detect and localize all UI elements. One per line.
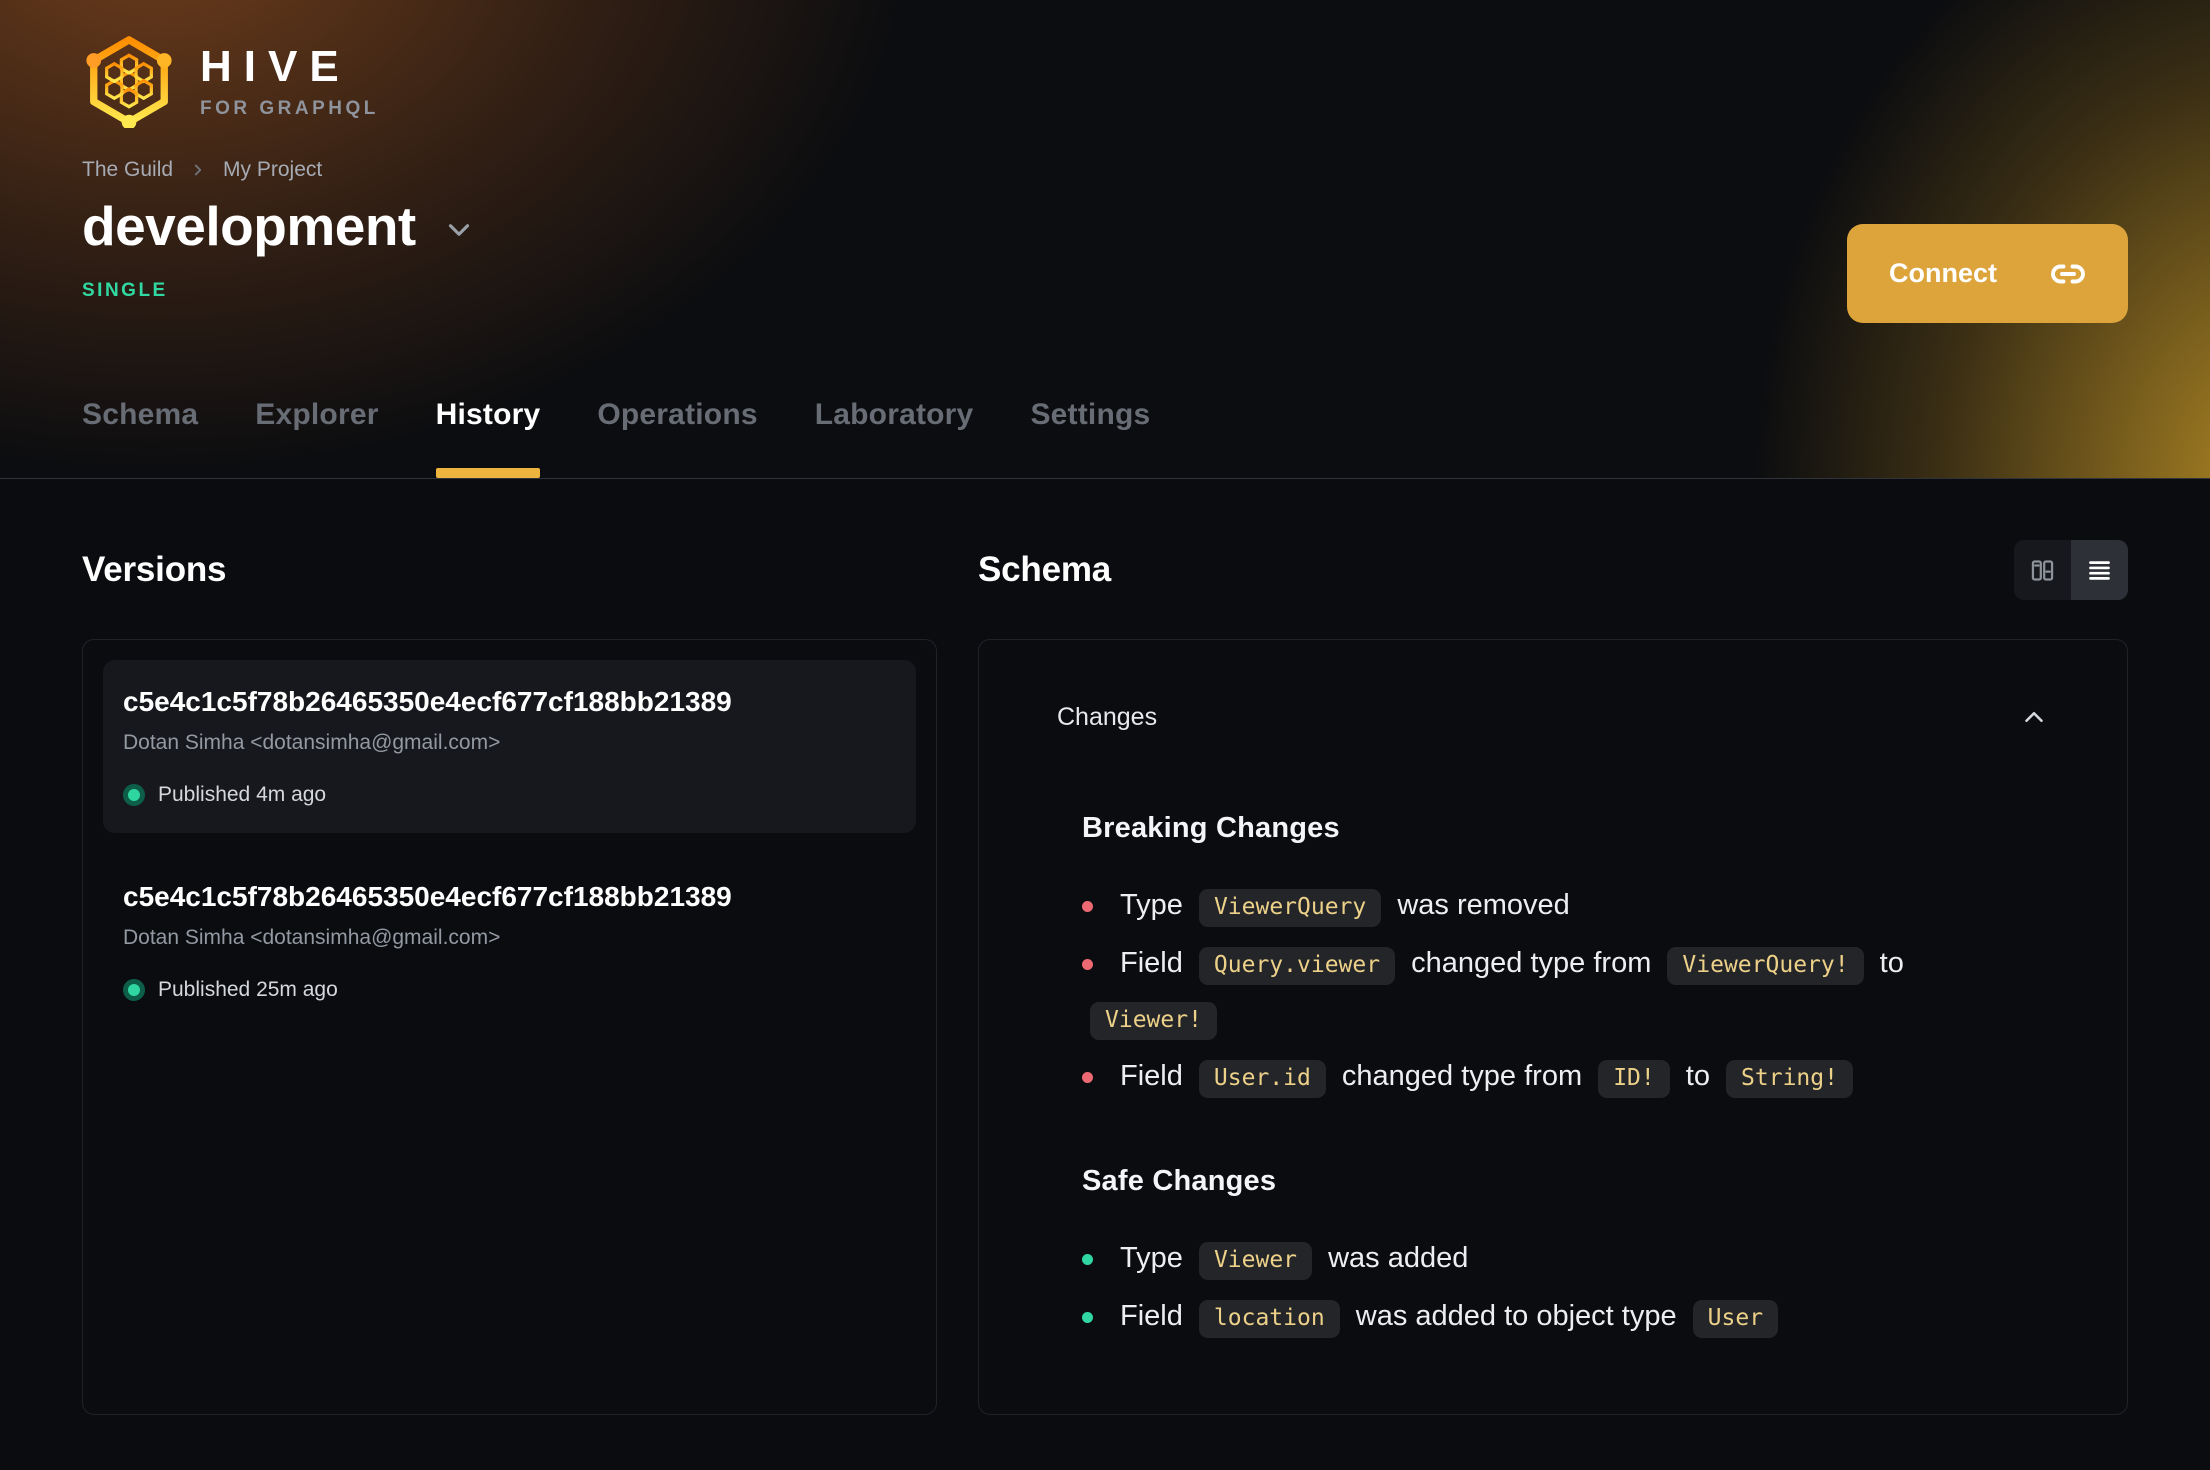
brand[interactable]: HIVE FOR GRAPHQL <box>82 34 379 128</box>
versions-section: Versions c5e4c1c5f78b26465350e4ecf677cf1… <box>82 539 937 1415</box>
tab-settings[interactable]: Settings <box>1030 398 1150 478</box>
bullet-dot-icon <box>1082 901 1093 912</box>
version-status-row: Published 4m ago <box>123 783 896 807</box>
changes-header: Changes <box>1057 702 2049 732</box>
change-text: changed type from <box>1403 947 1660 979</box>
changes-label: Changes <box>1057 702 1158 731</box>
change-text: Type <box>1120 889 1191 921</box>
tab-explorer[interactable]: Explorer <box>255 398 378 478</box>
change-text: to <box>1871 947 1904 979</box>
chevron-up-icon <box>2019 702 2049 732</box>
published-dot-icon <box>123 979 145 1001</box>
safe-changes-list: Type Viewer was added Field location was … <box>1082 1232 2032 1345</box>
change-item: Field Query.viewer changed type from Vie… <box>1082 937 2032 1047</box>
bullet-dot-icon <box>1082 959 1093 970</box>
list-view-icon <box>2086 557 2113 584</box>
code-chip: ID! <box>1598 1060 1670 1098</box>
tab-schema[interactable]: Schema <box>82 398 198 478</box>
change-text: Field <box>1120 1060 1191 1092</box>
changes-body: Breaking Changes Type ViewerQuery was rem… <box>1082 812 2032 1345</box>
code-chip: ViewerQuery <box>1198 889 1382 927</box>
version-status: Published 25m ago <box>158 978 338 1001</box>
schema-header-row: Schema <box>978 539 2128 601</box>
main-content: Versions c5e4c1c5f78b26465350e4ecf677cf1… <box>0 479 2210 1415</box>
tab-operations[interactable]: Operations <box>597 398 757 478</box>
change-text: was added to object type <box>1347 1300 1685 1332</box>
version-author: Dotan Simha <dotansimha@gmail.com> <box>123 731 501 754</box>
change-text: changed type from <box>1333 1060 1591 1092</box>
connect-button[interactable]: Connect <box>1847 224 2128 323</box>
version-status-row: Published 25m ago <box>123 978 896 1002</box>
bullet-dot-icon <box>1082 1312 1093 1323</box>
versions-title: Versions <box>82 550 227 589</box>
change-group-title: Breaking Changes <box>1082 812 1340 844</box>
chevron-right-icon <box>189 161 207 179</box>
change-item: Type ViewerQuery was removed <box>1082 879 2032 934</box>
published-dot-icon <box>123 784 145 806</box>
link-icon <box>2050 256 2086 292</box>
tab-bar: Schema Explorer History Operations Laborator… <box>82 398 1150 478</box>
change-group-title: Safe Changes <box>1082 1165 1277 1197</box>
change-text: Type <box>1120 1242 1191 1274</box>
page-title: development <box>82 195 416 257</box>
brand-text: HIVE FOR GRAPHQL <box>200 41 379 119</box>
code-chip: User.id <box>1198 1060 1326 1098</box>
page: HIVE FOR GRAPHQL The Guild My Project de… <box>0 0 2210 1470</box>
version-status: Published 4m ago <box>158 783 327 806</box>
breadcrumb-org[interactable]: The Guild <box>82 158 173 182</box>
change-text: Field <box>1120 947 1191 979</box>
collapse-button[interactable] <box>2019 702 2049 732</box>
split-view-icon <box>2029 557 2056 584</box>
versions-header-row: Versions <box>82 539 937 601</box>
connect-label: Connect <box>1889 258 1997 288</box>
code-chip: ViewerQuery! <box>1667 947 1864 985</box>
split-view-button[interactable] <box>2014 540 2071 600</box>
change-item: Field User.id changed type from ID! to S… <box>1082 1050 2032 1105</box>
brand-name: HIVE <box>200 41 351 91</box>
view-toggle <box>2014 540 2128 600</box>
change-item: Field location was added to object type … <box>1082 1290 2032 1345</box>
version-author: Dotan Simha <dotansimha@gmail.com> <box>123 926 501 949</box>
change-text: was removed <box>1389 889 1570 921</box>
code-chip: location <box>1198 1300 1340 1338</box>
version-item[interactable]: c5e4c1c5f78b26465350e4ecf677cf188bb21389… <box>103 660 916 833</box>
change-text: to <box>1677 1060 1719 1092</box>
version-hash: c5e4c1c5f78b26465350e4ecf677cf188bb21389 <box>123 686 732 717</box>
breadcrumb-project[interactable]: My Project <box>223 158 322 182</box>
change-text: was added <box>1320 1242 1469 1274</box>
code-chip: Query.viewer <box>1198 947 1396 985</box>
bullet-dot-icon <box>1082 1254 1093 1265</box>
target-type-badge: SINGLE <box>82 280 168 301</box>
breaking-changes-list: Type ViewerQuery was removed Field Query.… <box>1082 879 2032 1105</box>
brand-tagline: FOR GRAPHQL <box>200 97 379 119</box>
schema-title: Schema <box>978 550 1112 589</box>
schema-panel: Changes Breaking Changes Type ViewerQuery… <box>978 639 2128 1415</box>
chevron-down-icon[interactable] <box>442 213 476 247</box>
change-item: Type Viewer was added <box>1082 1232 2032 1287</box>
tab-laboratory[interactable]: Laboratory <box>815 398 974 478</box>
schema-section: Schema Changes Breaking Changes Type Vie… <box>978 539 2128 1415</box>
tab-history[interactable]: History <box>435 398 541 478</box>
version-hash: c5e4c1c5f78b26465350e4ecf677cf188bb21389 <box>123 881 732 912</box>
code-chip: Viewer <box>1198 1242 1313 1280</box>
versions-panel: c5e4c1c5f78b26465350e4ecf677cf188bb21389… <box>82 639 937 1415</box>
code-chip: String! <box>1726 1060 1853 1098</box>
change-text: Field <box>1120 1300 1191 1332</box>
page-header: HIVE FOR GRAPHQL The Guild My Project de… <box>0 0 2210 479</box>
hive-logo-icon <box>86 36 172 128</box>
bullet-dot-icon <box>1082 1072 1093 1083</box>
code-chip: Viewer! <box>1090 1002 1217 1040</box>
code-chip: User <box>1692 1300 1779 1338</box>
list-view-button[interactable] <box>2071 540 2128 600</box>
breadcrumb: The Guild My Project <box>82 158 322 182</box>
version-item[interactable]: c5e4c1c5f78b26465350e4ecf677cf188bb21389… <box>103 855 916 1028</box>
title-row: development <box>82 196 476 257</box>
